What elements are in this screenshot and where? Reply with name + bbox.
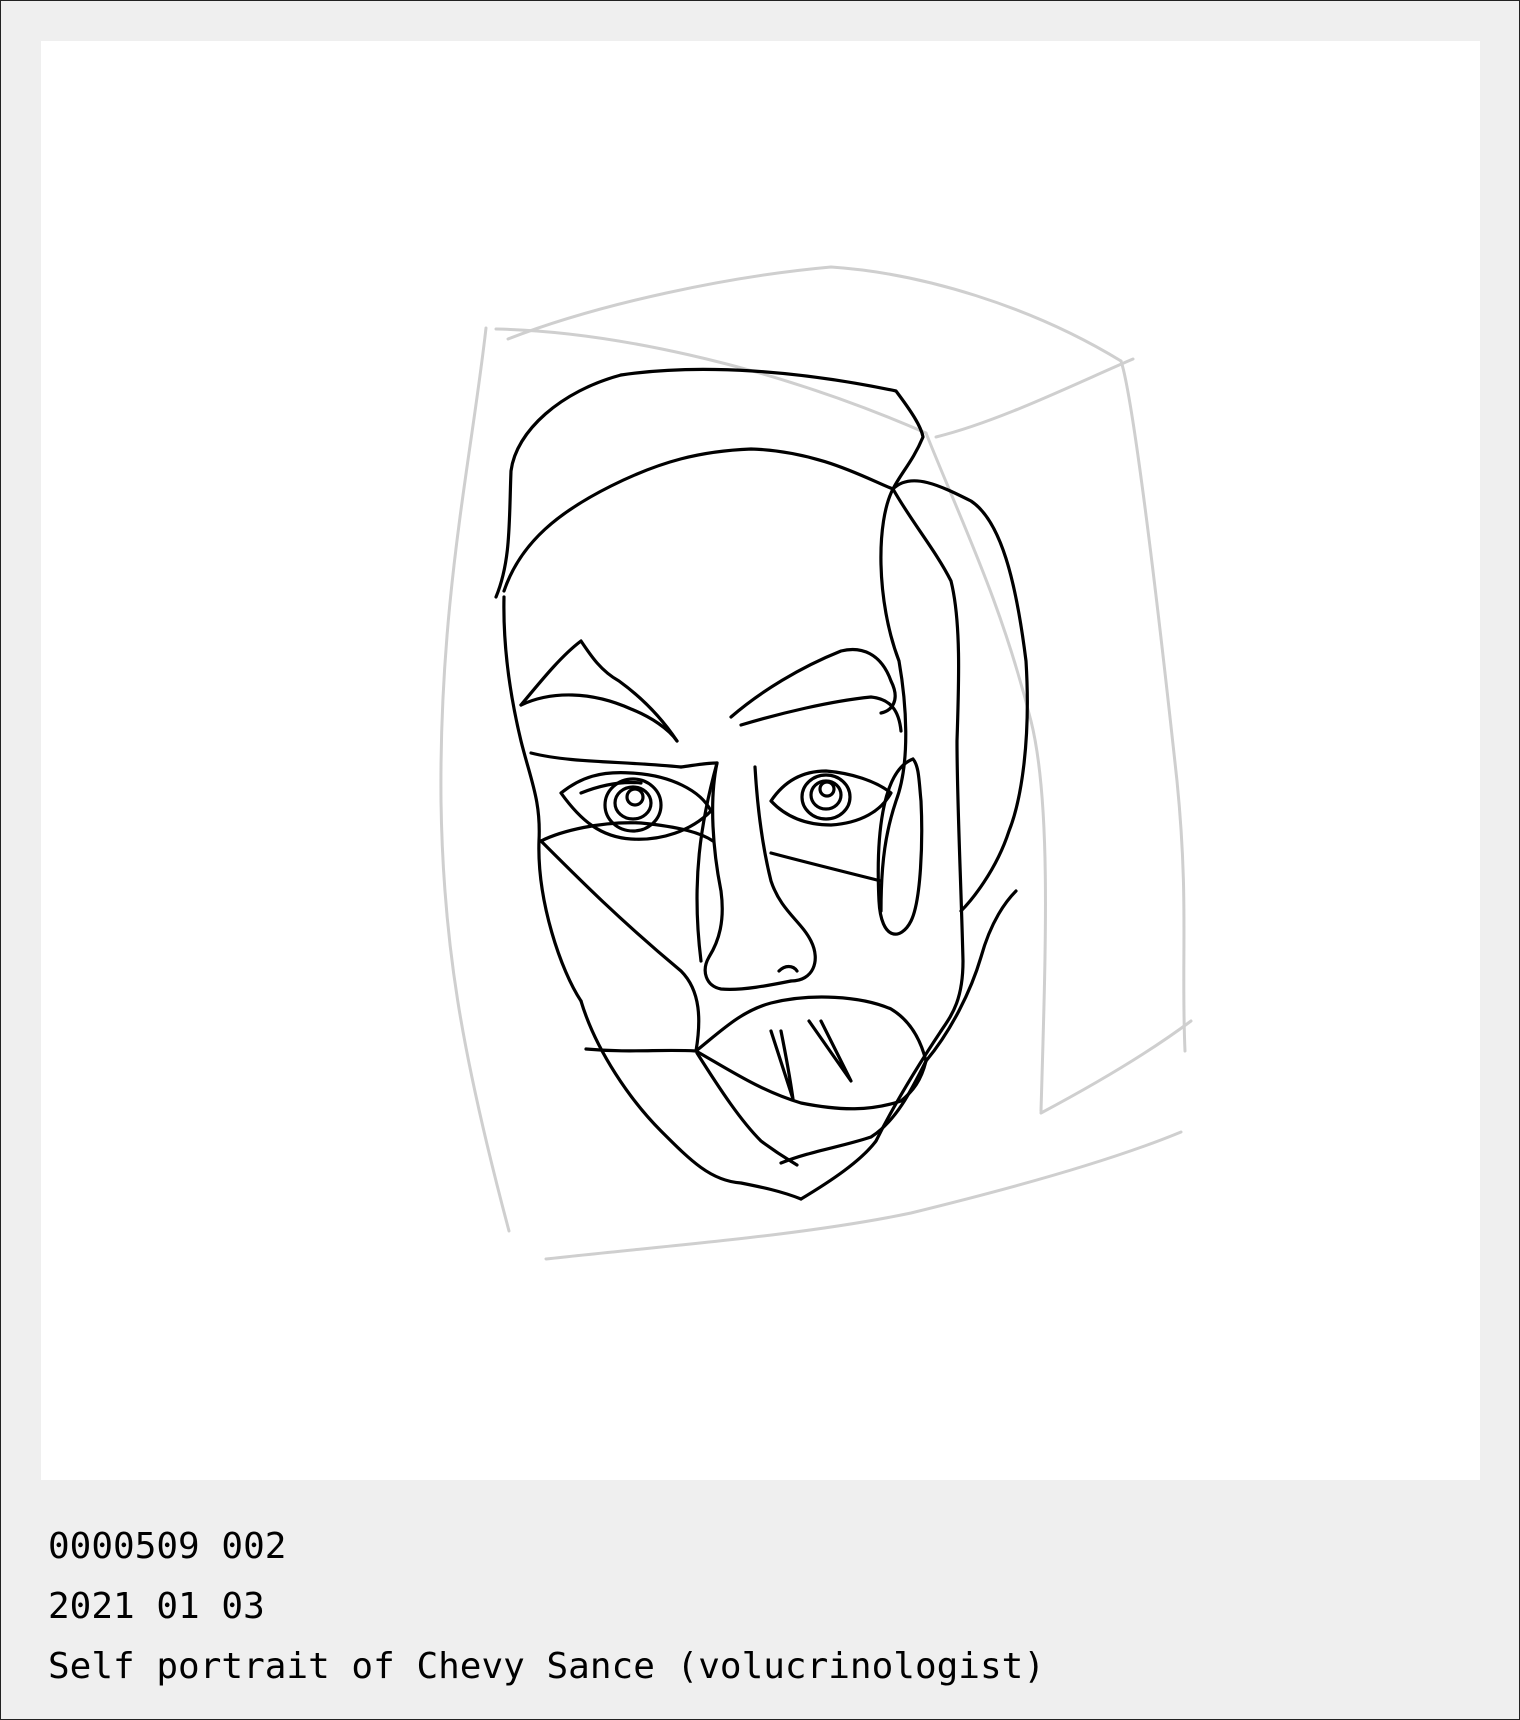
face-lines (494, 367, 1029, 1201)
guide-box (439, 265, 1193, 1261)
polaroid-frame: 0000509 002 2021 01 03 Self portrait of … (0, 0, 1520, 1720)
caption: 0000509 002 2021 01 03 Self portrait of … (48, 1517, 1478, 1697)
caption-title: Self portrait of Chevy Sance (volucrinol… (48, 1646, 1045, 1687)
caption-id: 0000509 002 (48, 1526, 287, 1567)
drawing-canvas (41, 41, 1480, 1480)
face-drawing (439, 265, 1193, 1261)
caption-date: 2021 01 03 (48, 1586, 265, 1627)
